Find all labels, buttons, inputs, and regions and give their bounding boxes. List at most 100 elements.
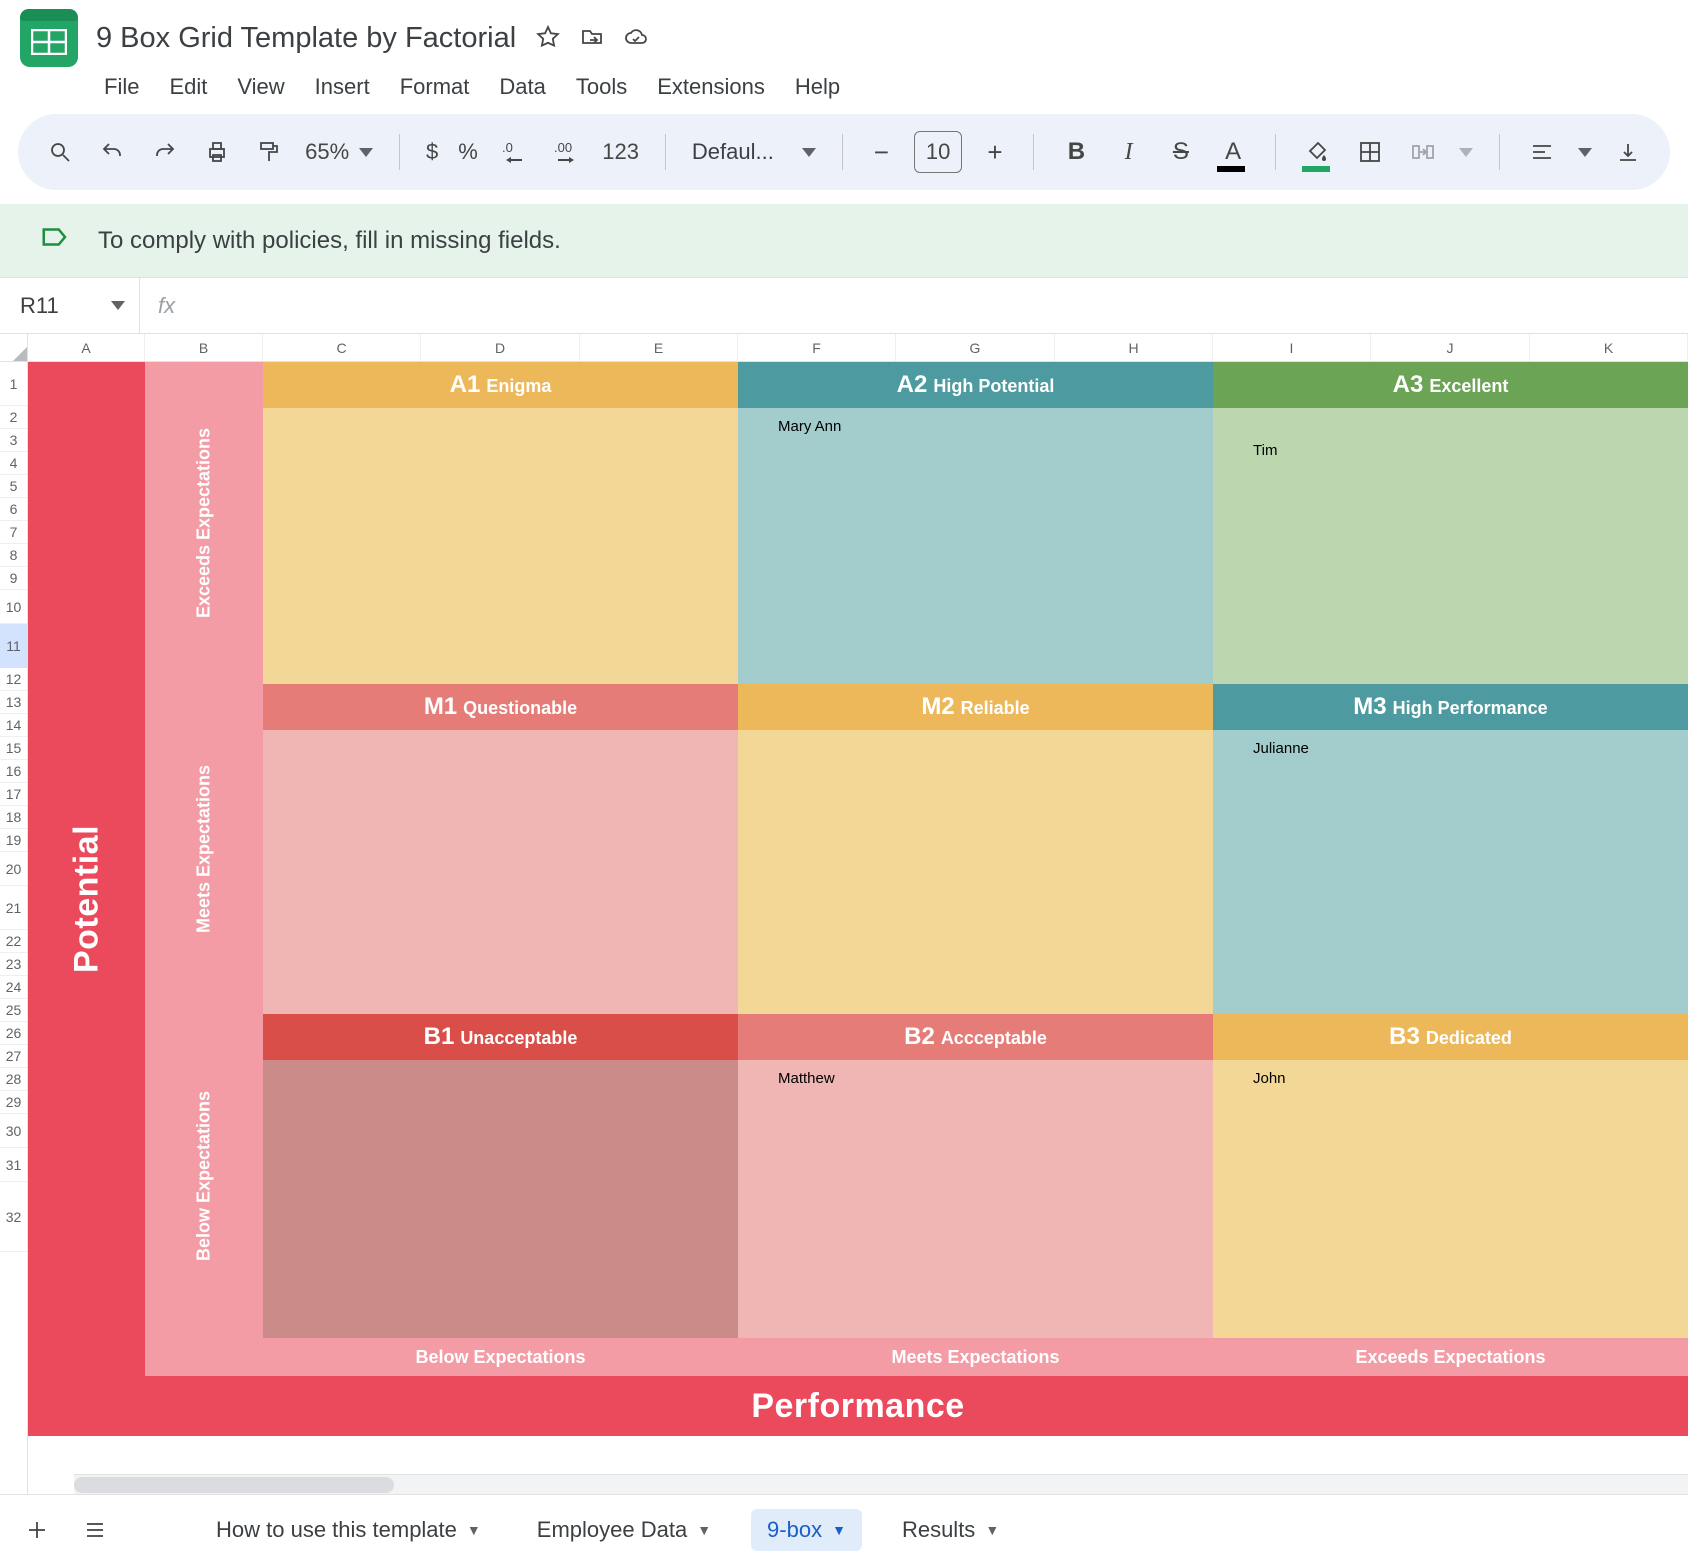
cell-b2-body[interactable]: Matthew [738,1060,1213,1338]
borders-button[interactable] [1354,134,1386,170]
col-header[interactable]: J [1371,334,1530,361]
menu-extensions[interactable]: Extensions [657,74,765,100]
doc-title[interactable]: 9 Box Grid Template by Factorial [96,22,516,55]
row-header[interactable]: 24 [0,976,27,999]
currency-button[interactable]: $ [426,139,438,165]
col-header[interactable]: F [738,334,896,361]
select-all-corner[interactable] [0,334,27,362]
row-header[interactable]: 13 [0,691,27,714]
chevron-down-icon[interactable] [802,148,816,157]
text-color-button[interactable]: A [1217,134,1249,170]
chevron-down-icon[interactable] [359,148,373,157]
font-family-select[interactable]: Defaul... [692,139,788,165]
percent-button[interactable]: % [458,139,478,165]
row-header[interactable]: 6 [0,498,27,521]
redo-icon[interactable] [148,134,180,170]
name-box[interactable]: R11 [0,278,140,334]
cell-a3-body[interactable]: Tim [1213,408,1688,684]
sheet-tab-results[interactable]: Results▼ [886,1509,1015,1551]
font-size-decrease[interactable]: − [869,137,894,168]
sheets-logo[interactable] [20,9,78,67]
sheet-tab-employee-data[interactable]: Employee Data▼ [521,1509,727,1551]
row-header[interactable]: 17 [0,783,27,806]
row-header[interactable]: 22 [0,930,27,953]
row-header[interactable]: 30 [0,1114,27,1148]
format-123-button[interactable]: 123 [602,139,639,165]
row-header-selected[interactable]: 11 [0,624,27,668]
row-header[interactable]: 31 [0,1148,27,1182]
cell-b1-body[interactable] [263,1060,738,1338]
strikethrough-button[interactable]: S [1165,134,1197,170]
row-header[interactable]: 7 [0,521,27,544]
add-sheet-button[interactable] [20,1513,54,1547]
row-header[interactable]: 5 [0,475,27,498]
cell-b3-body[interactable]: John [1213,1060,1688,1338]
sheet-tab-howto[interactable]: How to use this template▼ [200,1509,497,1551]
menu-insert[interactable]: Insert [315,74,370,100]
decrease-decimal-icon[interactable]: .0 [498,134,530,170]
star-icon[interactable] [536,25,562,51]
row-header[interactable]: 26 [0,1022,27,1045]
italic-button[interactable]: I [1113,134,1145,170]
menu-view[interactable]: View [237,74,284,100]
row-header[interactable]: 29 [0,1091,27,1114]
sheet-tab-9box[interactable]: 9-box▼ [751,1509,862,1551]
row-header[interactable]: 21 [0,886,27,930]
scrollbar-thumb[interactable] [74,1477,394,1493]
col-header[interactable]: B [145,334,263,361]
row-header[interactable]: 19 [0,829,27,852]
col-header[interactable]: E [580,334,738,361]
menu-help[interactable]: Help [795,74,840,100]
row-header[interactable]: 27 [0,1045,27,1068]
cell-a2-body[interactable]: Mary Ann [738,408,1213,684]
spreadsheet-canvas[interactable]: Potential Exceeds Expectations Meets Exp… [28,362,1688,1436]
col-header[interactable]: I [1213,334,1371,361]
cell-m1-body[interactable] [263,730,738,1014]
row-header[interactable]: 4 [0,452,27,475]
col-header[interactable]: D [421,334,580,361]
vertical-align-button[interactable] [1612,134,1644,170]
move-icon[interactable] [580,25,606,51]
search-icon[interactable] [44,134,76,170]
cloud-status-icon[interactable] [624,25,650,51]
menu-tools[interactable]: Tools [576,74,627,100]
cell-a1-body[interactable] [263,408,738,684]
merge-cells-button[interactable] [1407,134,1439,170]
chevron-down-icon[interactable] [1578,148,1592,157]
paint-format-icon[interactable] [253,134,285,170]
row-header[interactable]: 10 [0,590,27,624]
row-header[interactable]: 15 [0,737,27,760]
print-icon[interactable] [201,134,233,170]
undo-icon[interactable] [96,134,128,170]
row-header[interactable]: 14 [0,714,27,737]
row-header[interactable]: 12 [0,668,27,691]
col-header[interactable]: K [1530,334,1688,361]
horizontal-scrollbar[interactable] [74,1474,1688,1494]
col-header[interactable]: H [1055,334,1213,361]
row-header[interactable]: 1 [0,362,27,406]
increase-decimal-icon[interactable]: .00 [550,134,582,170]
fill-color-button[interactable] [1302,134,1334,170]
chevron-down-icon[interactable] [1459,148,1473,157]
cell-m2-body[interactable] [738,730,1213,1014]
font-size-increase[interactable]: + [982,137,1007,168]
row-header[interactable]: 9 [0,567,27,590]
col-header[interactable]: C [263,334,421,361]
col-header[interactable]: A [28,334,145,361]
row-header[interactable]: 18 [0,806,27,829]
font-size-input[interactable]: 10 [914,131,963,173]
row-header[interactable]: 32 [0,1182,27,1252]
row-header[interactable]: 25 [0,999,27,1022]
horizontal-align-button[interactable] [1526,134,1558,170]
row-header[interactable]: 28 [0,1068,27,1091]
menu-file[interactable]: File [104,74,139,100]
all-sheets-button[interactable] [78,1513,112,1547]
row-header[interactable]: 2 [0,406,27,429]
row-header[interactable]: 20 [0,852,27,886]
row-header[interactable]: 23 [0,953,27,976]
menu-format[interactable]: Format [400,74,470,100]
menu-data[interactable]: Data [499,74,545,100]
row-header[interactable]: 16 [0,760,27,783]
zoom-value[interactable]: 65% [305,139,349,165]
chevron-down-icon[interactable] [111,301,125,310]
